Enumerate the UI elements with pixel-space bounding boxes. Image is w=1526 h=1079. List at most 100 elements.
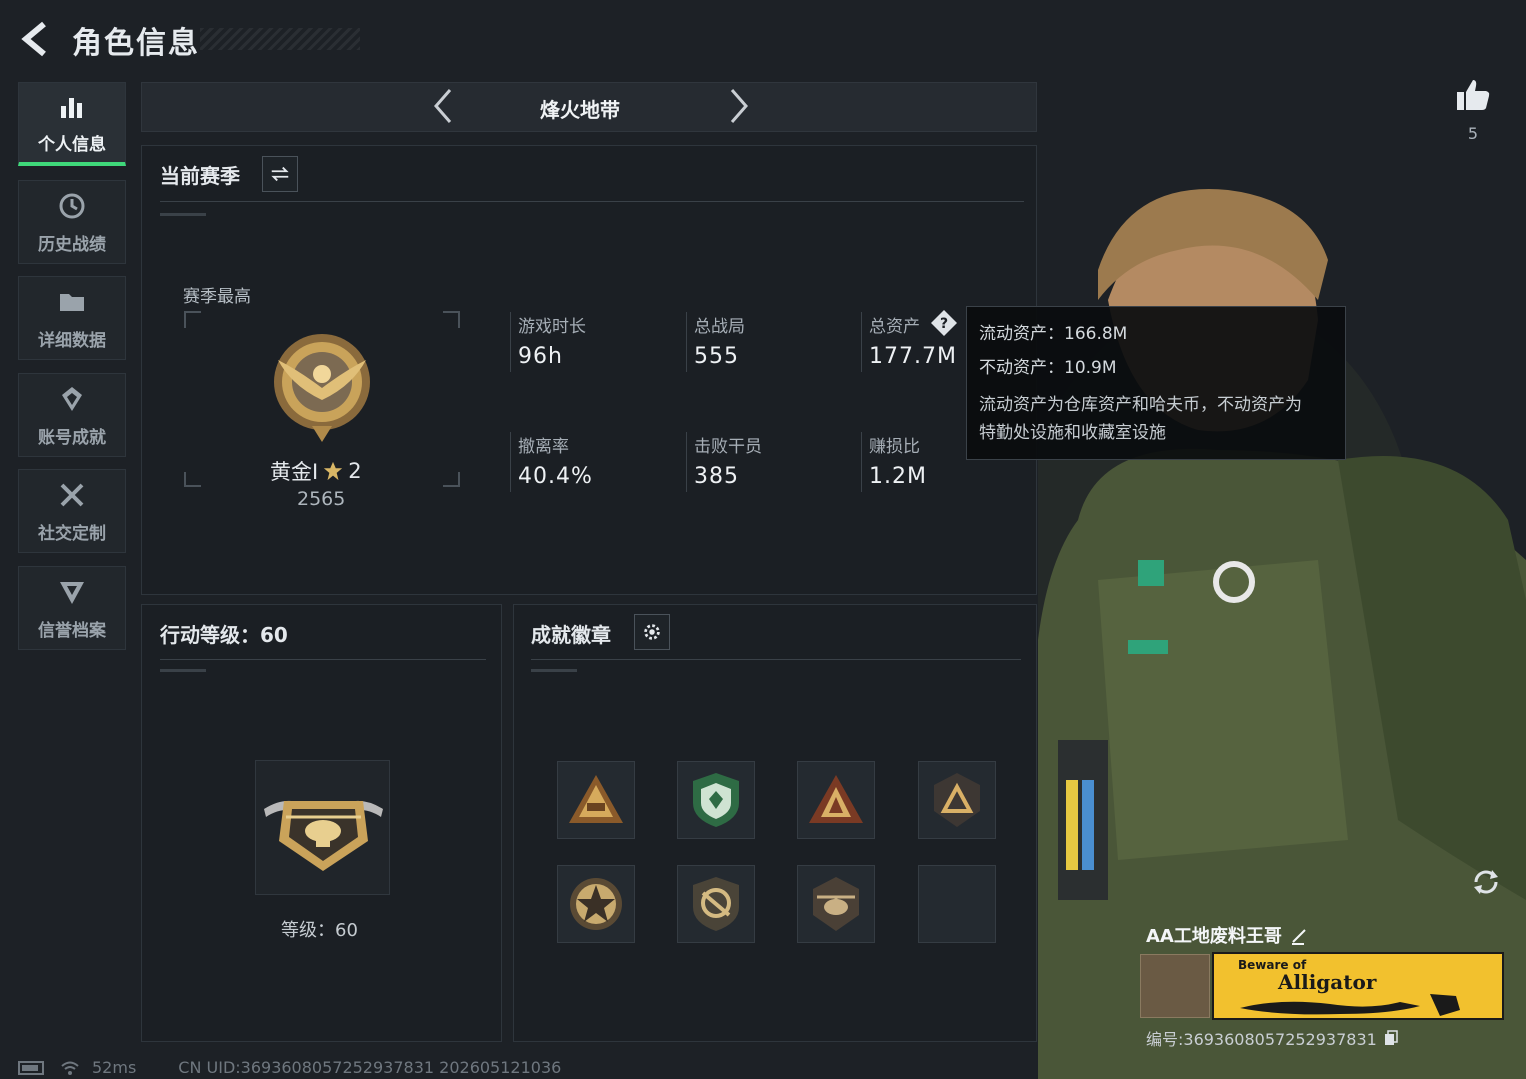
- divider-accent: [160, 669, 206, 672]
- badge-slot-1[interactable]: [557, 761, 635, 839]
- like-button[interactable]: [1448, 78, 1498, 118]
- help-question-icon: ?: [931, 310, 957, 336]
- rank-name: 黄金Ⅰ: [270, 460, 319, 484]
- divider: [510, 432, 511, 492]
- triangle-gold-badge-icon: [569, 775, 623, 823]
- sidebar-item-label: 详细数据: [38, 330, 106, 351]
- sidebar-item-detailed-data[interactable]: 详细数据: [18, 276, 126, 360]
- thumbs-up-icon: [1457, 80, 1490, 110]
- ping-value: 52ms: [92, 1058, 137, 1077]
- tooltip-liquid-assets: 流动资产：166.8M: [979, 324, 1128, 344]
- achievement-icon: [62, 386, 82, 411]
- level-title: 行动等级：60: [160, 623, 288, 647]
- mode-name: 烽火地带: [540, 98, 620, 122]
- sidebar-item-label: 账号成就: [38, 427, 106, 448]
- badge-slot-5[interactable]: [557, 865, 635, 943]
- stat-label-extract-rate: 撤离率: [518, 437, 569, 457]
- tooltip-description-line2: 特勤处设施和收藏室设施: [979, 423, 1166, 443]
- badge-slot-6[interactable]: [677, 865, 755, 943]
- reputation-icon: [60, 581, 84, 604]
- status-footer: 52ms CN UID:3693608057252937831 20260512…: [18, 1058, 561, 1077]
- swap-icon: [271, 166, 289, 182]
- character-model-view[interactable]: [1038, 0, 1526, 1079]
- triangle-dark-badge-icon: [934, 773, 980, 827]
- mode-next-button[interactable]: [718, 86, 758, 126]
- badge-slot-3[interactable]: [797, 761, 875, 839]
- mode-prev-button[interactable]: [424, 86, 464, 126]
- stat-label-total-assets: 总资产: [869, 317, 920, 337]
- sidebar-item-history[interactable]: 历史战绩: [18, 180, 126, 264]
- rank-score: 2565: [297, 488, 346, 510]
- season-best-label: 赛季最高: [183, 287, 251, 307]
- shield-green-badge-icon: [693, 773, 739, 827]
- badges-settings-button[interactable]: [634, 614, 670, 650]
- divider: [160, 659, 486, 660]
- divider: [686, 312, 687, 372]
- player-id-row: 编号:3693608057252937831: [1146, 1026, 1399, 1050]
- sidebar-item-label: 信誉档案: [38, 620, 106, 641]
- sidebar-item-label: 社交定制: [38, 523, 106, 544]
- season-title: 当前赛季: [160, 164, 240, 188]
- sidebar-item-label: 历史战绩: [38, 234, 106, 255]
- stat-value-extract-rate: 40.4%: [518, 464, 593, 489]
- divider: [160, 201, 1024, 202]
- rotate-model-button[interactable]: [1466, 862, 1506, 902]
- refresh-icon: [1474, 870, 1498, 894]
- copy-icon[interactable]: [1383, 1030, 1399, 1046]
- stat-value-playtime: 96h: [518, 344, 563, 369]
- helicopter-badge-icon: [813, 877, 859, 931]
- badge-slot-4[interactable]: [918, 761, 996, 839]
- star-icon: [324, 461, 343, 481]
- stat-value-total-matches: 555: [694, 344, 739, 369]
- player-card-thumbnail[interactable]: [1140, 954, 1210, 1018]
- helicopter-level-emblem-icon: [264, 800, 383, 871]
- sidebar-item-social[interactable]: 社交定制: [18, 469, 126, 553]
- character-figure: [1038, 189, 1526, 1079]
- level-emblem-frame: [255, 760, 390, 895]
- player-id: 编号:3693608057252937831: [1146, 1030, 1377, 1049]
- badge-slot-2[interactable]: [677, 761, 755, 839]
- gold-rank-emblem-icon: [274, 334, 370, 442]
- sidebar-item-reputation[interactable]: 信誉档案: [18, 566, 126, 650]
- divider: [510, 312, 511, 372]
- chevron-right-icon: [730, 89, 748, 123]
- wifi-icon: [61, 1061, 79, 1075]
- stat-label-profit-ratio: 赚损比: [869, 437, 920, 457]
- tooltip-fixed-assets: 不动资产：10.9M: [979, 358, 1117, 378]
- uid-text: CN UID:3693608057252937831 202605121036: [178, 1058, 562, 1077]
- history-clock-icon: [59, 193, 85, 218]
- star-round-badge-icon: [570, 878, 622, 930]
- assets-tooltip: 流动资产：166.8M 不动资产：10.9M 流动资产为仓库资产和哈夫币，不动资…: [966, 306, 1346, 460]
- divider: [531, 659, 1021, 660]
- stat-value-profit-ratio: 1.2M: [869, 464, 927, 489]
- badges-title: 成就徽章: [531, 623, 611, 647]
- assets-help-button[interactable]: ?: [930, 309, 958, 337]
- sidebar-item-label: 个人信息: [38, 135, 106, 155]
- folder-icon: [60, 293, 84, 311]
- badge-slot-8-empty[interactable]: [918, 865, 996, 943]
- edit-pencil-icon[interactable]: [1290, 925, 1310, 945]
- stat-label-kills: 击败干员: [694, 437, 762, 457]
- divider: [861, 312, 862, 372]
- divider: [861, 432, 862, 492]
- player-banner[interactable]: Beware of Alligator: [1212, 952, 1504, 1020]
- alligator-illustration-icon: [1240, 994, 1460, 1016]
- tools-icon: [60, 483, 84, 506]
- player-name: AA工地废料王哥: [1146, 926, 1282, 947]
- tooltip-description-line1: 流动资产为仓库资产和哈夫币，不动资产为: [979, 395, 1302, 415]
- stat-label-total-matches: 总战局: [694, 317, 745, 337]
- sidebar-item-personal-info[interactable]: 个人信息: [18, 82, 126, 166]
- title-decoration: [200, 28, 360, 50]
- svg-text:?: ?: [940, 316, 948, 332]
- season-switch-button[interactable]: [262, 156, 298, 192]
- back-button[interactable]: [14, 18, 56, 60]
- divider: [686, 432, 687, 492]
- divider-accent: [160, 213, 206, 216]
- badge-slot-7[interactable]: [797, 865, 875, 943]
- like-count: 5: [1467, 124, 1479, 143]
- page-title: 角色信息: [72, 26, 200, 61]
- gear-icon: [644, 624, 660, 640]
- shield-arrow-badge-icon: [693, 877, 739, 931]
- level-text: 等级：60: [281, 920, 358, 941]
- sidebar-item-achievements[interactable]: 账号成就: [18, 373, 126, 457]
